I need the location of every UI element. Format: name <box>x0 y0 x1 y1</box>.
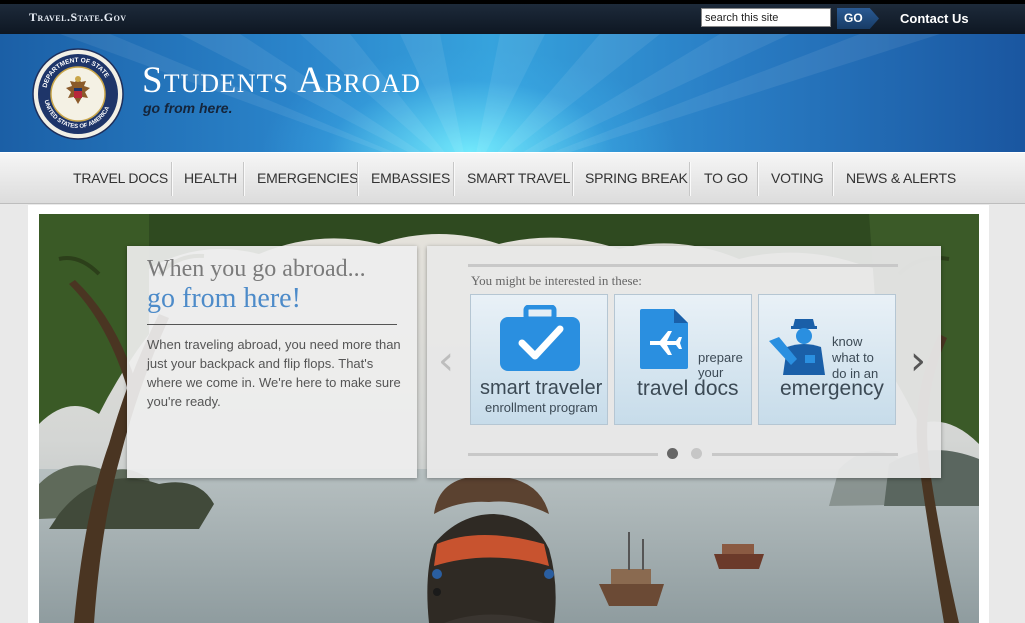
nav-separator <box>689 162 690 196</box>
nav-item-to-go[interactable]: TO GO <box>704 170 748 186</box>
card-travel-docs-prefix: prepare your <box>698 350 743 380</box>
contact-us-link[interactable]: Contact Us <box>900 11 969 26</box>
nav-separator <box>453 162 454 196</box>
card-emergency-prefix: know what to do in an <box>832 334 879 381</box>
intro-headline-secondary: go from here! <box>147 283 301 314</box>
main-nav: TRAVEL DOCS HEALTH EMERGENCIES EMBASSIES… <box>0 152 1025 204</box>
nav-separator <box>243 162 244 196</box>
nav-separator <box>757 162 758 196</box>
site-title[interactable]: Students Abroad <box>142 59 421 102</box>
card-smart-traveler-subtitle: enrollment program <box>485 400 598 415</box>
nav-item-news-alerts[interactable]: NEWS & ALERTS <box>846 170 956 186</box>
nav-separator <box>171 162 172 196</box>
interests-top-rule <box>468 264 898 267</box>
nav-item-spring-break[interactable]: SPRING BREAK <box>585 170 688 186</box>
card-smart-traveler[interactable]: smart traveler enrollment program <box>470 294 608 425</box>
site-banner: DEPARTMENT OF STATE UNITED STATES OF AME… <box>0 34 1025 152</box>
nav-separator <box>832 162 833 196</box>
top-bar: Travel.State.Gov GO Contact Us <box>0 0 1025 34</box>
nav-item-health[interactable]: HEALTH <box>184 170 237 186</box>
intro-divider <box>147 324 397 325</box>
nav-item-travel-docs[interactable]: TRAVEL DOCS <box>73 170 168 186</box>
pager-dot-active[interactable] <box>667 448 678 459</box>
card-travel-docs-title: travel docs <box>637 377 739 400</box>
nav-separator <box>357 162 358 196</box>
carousel-prev-icon[interactable]: ‹ <box>438 341 454 381</box>
travel-state-gov-link[interactable]: Travel.State.Gov <box>29 10 127 25</box>
document-plane-icon <box>640 309 688 369</box>
card-smart-traveler-title: smart traveler <box>480 377 603 399</box>
officer-icon <box>769 319 825 375</box>
site-tagline: go from here. <box>143 100 233 116</box>
carousel-next-icon[interactable]: › <box>910 341 926 381</box>
briefcase-check-icon <box>500 305 580 371</box>
interests-label: You might be interested in these: <box>471 273 642 288</box>
pager-dot[interactable] <box>691 448 702 459</box>
nav-item-emergencies[interactable]: EMERGENCIES <box>257 170 358 186</box>
card-emergency[interactable]: know what to do in an emergency <box>758 294 896 425</box>
pager-rule-left <box>468 453 658 456</box>
department-of-state-seal-icon[interactable]: DEPARTMENT OF STATE UNITED STATES OF AME… <box>32 48 124 140</box>
card-travel-docs[interactable]: prepare your travel docs <box>614 294 752 425</box>
card-emergency-title: emergency <box>780 377 884 400</box>
traveler-figure <box>427 475 556 623</box>
pager-rule-right <box>712 453 898 456</box>
search-go-button[interactable]: GO <box>837 8 879 29</box>
intro-headline-primary: When you go abroad... <box>147 256 366 282</box>
nav-separator <box>572 162 573 196</box>
search-input[interactable] <box>701 8 831 27</box>
nav-item-smart-travel[interactable]: SMART TRAVEL <box>467 170 570 186</box>
intro-body-text: When traveling abroad, you need more tha… <box>147 337 401 409</box>
nav-item-embassies[interactable]: EMBASSIES <box>371 170 450 186</box>
nav-item-voting[interactable]: VOTING <box>771 170 824 186</box>
